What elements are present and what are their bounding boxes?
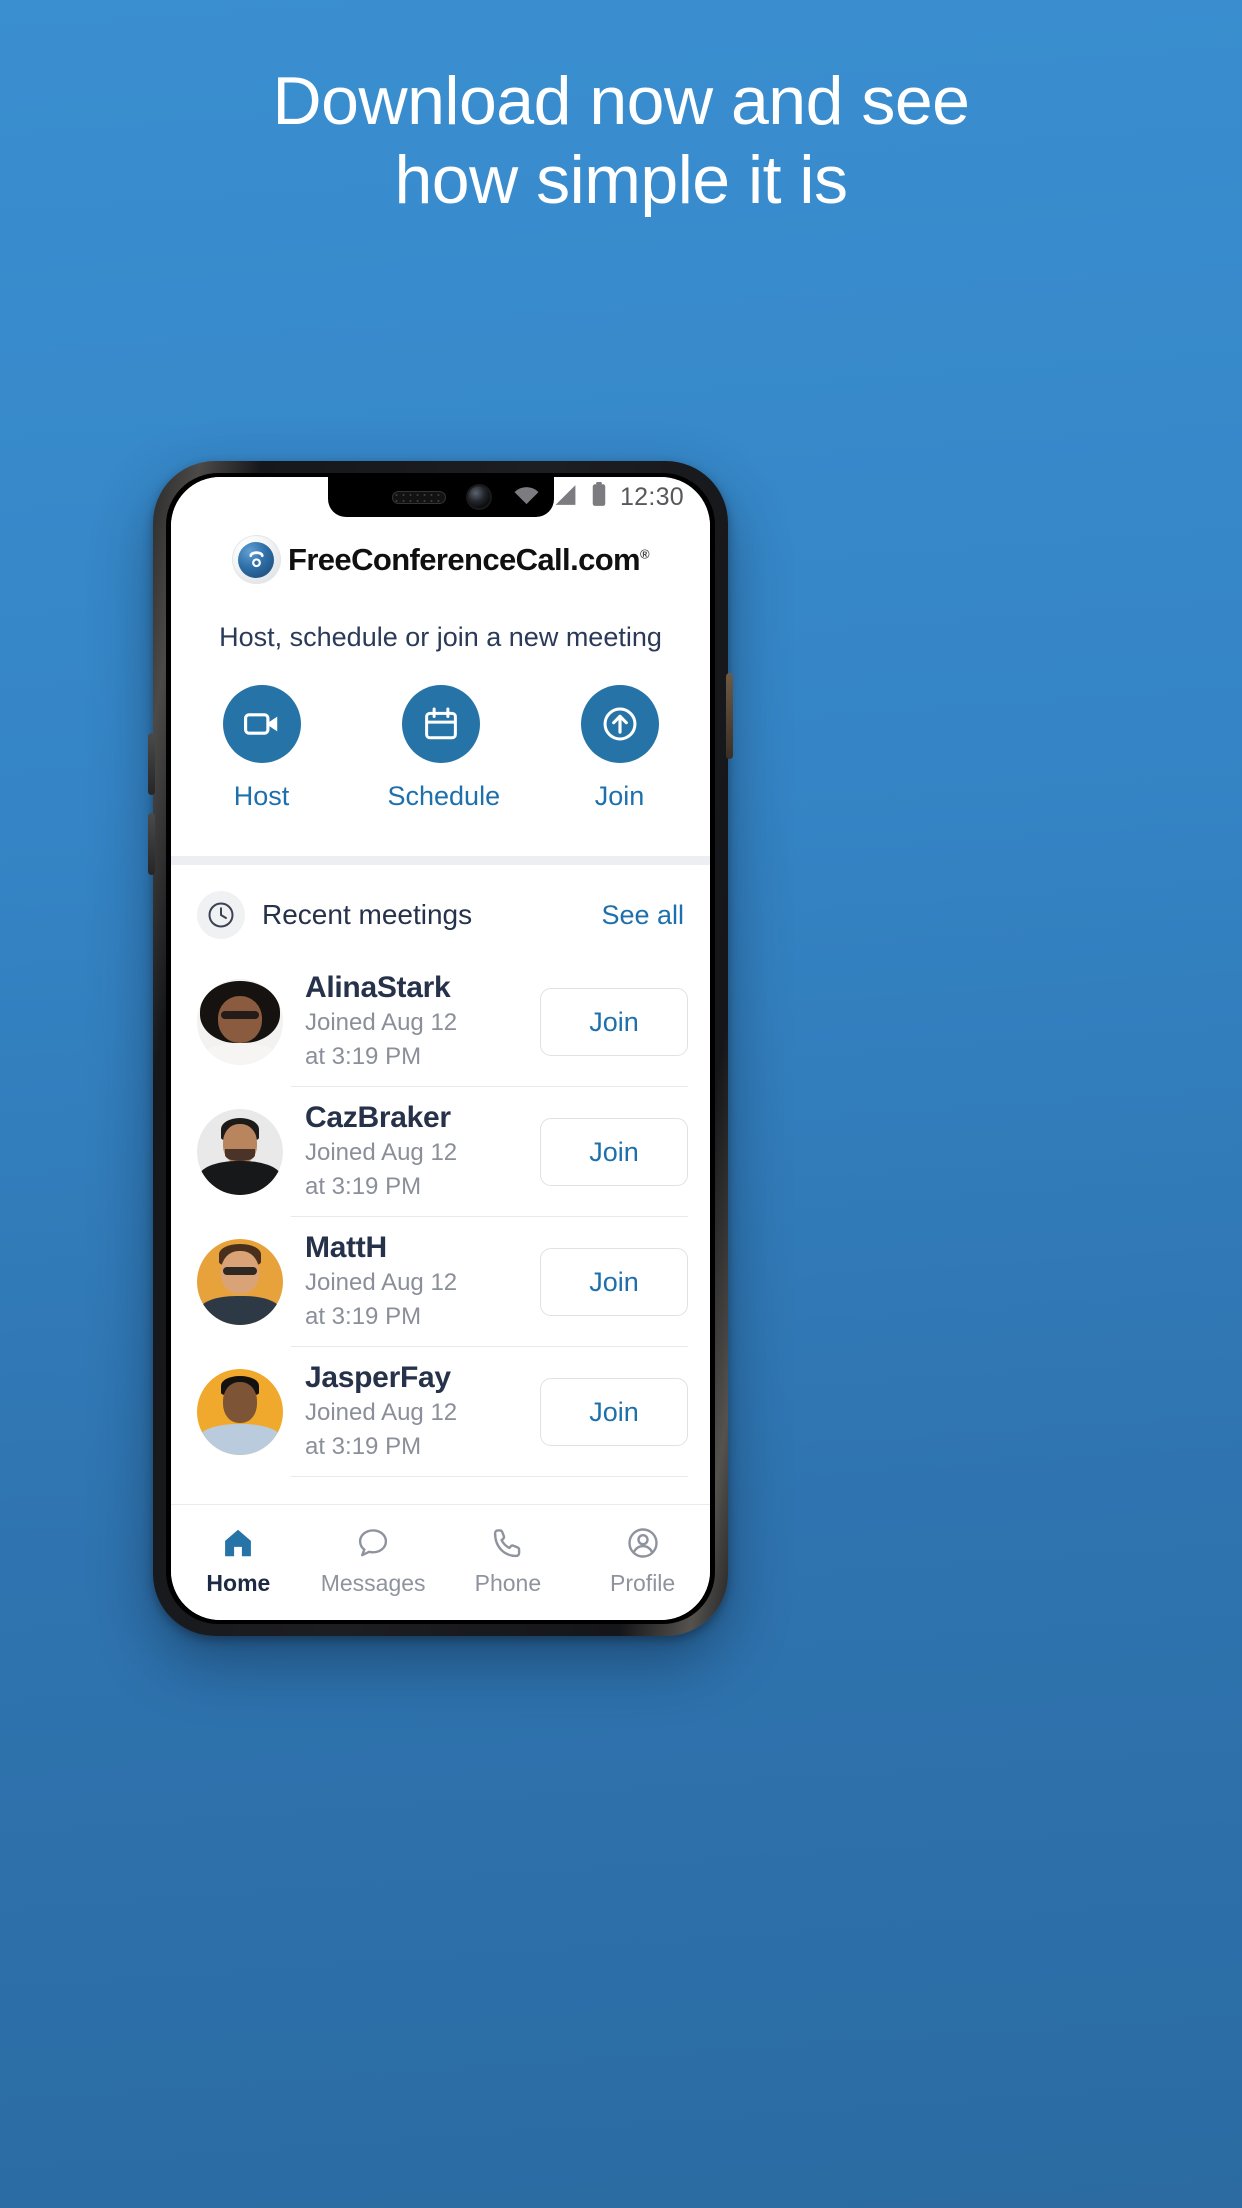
meeting-info: AlinaStark Joined Aug 12 at 3:19 PM: [283, 971, 540, 1072]
volume-down-button[interactable]: [148, 813, 155, 875]
bottom-navigation: Home Messages Phone Profile: [171, 1504, 710, 1620]
meeting-joined-time: at 3:19 PM: [305, 1043, 422, 1070]
join-meeting-button[interactable]: Join: [540, 988, 688, 1056]
join-meeting-button[interactable]: Join: [540, 1378, 688, 1446]
front-camera-icon: [467, 486, 490, 508]
promo-headline: Download now and see how simple it is: [0, 62, 1242, 220]
recent-meetings-header: Recent meetings See all: [171, 865, 710, 957]
arrow-up-circle-icon: [580, 685, 659, 763]
nav-item-phone[interactable]: Phone: [441, 1521, 576, 1597]
phone-mockup: 12:30 FreeConferenceCall.com® Host, sche…: [148, 461, 733, 1636]
phone-screen: 12:30 FreeConferenceCall.com® Host, sche…: [171, 477, 710, 1620]
nav-label-home: Home: [206, 1570, 271, 1596]
user-circle-icon: [575, 1521, 710, 1565]
join-meeting-button[interactable]: Join: [540, 1118, 688, 1186]
home-icon: [171, 1521, 306, 1565]
nav-item-messages[interactable]: Messages: [306, 1521, 441, 1597]
logo-wordmark: FreeConferenceCall.com®: [287, 541, 650, 578]
battery-icon: [591, 482, 607, 512]
schedule-action-label: Schedule: [387, 781, 501, 811]
recent-meetings-title: Recent meetings: [262, 899, 473, 930]
meeting-row[interactable]: AlinaStark Joined Aug 12 at 3:19 PM Join: [171, 957, 710, 1087]
meeting-row[interactable]: MattH Joined Aug 12 at 3:19 PM Join: [171, 1217, 710, 1347]
headline-line-2: how simple it is: [394, 141, 848, 218]
status-bar: 12:30: [513, 477, 710, 517]
host-action-button[interactable]: Host: [209, 685, 315, 812]
clock-icon: [197, 891, 245, 939]
logo-badge: [231, 535, 281, 584]
status-bar-time: 12:30: [619, 482, 684, 511]
power-button[interactable]: [726, 673, 733, 759]
recent-meetings-section: Recent meetings See all AlinaStark Joine…: [171, 865, 710, 1477]
meeting-joined-time: at 3:19 PM: [305, 1303, 422, 1330]
avatar: [197, 1109, 283, 1195]
nav-item-home[interactable]: Home: [171, 1521, 306, 1597]
see-all-link[interactable]: See all: [601, 900, 684, 931]
nav-label-phone: Phone: [474, 1570, 542, 1596]
cellular-signal-icon: [553, 484, 578, 511]
meeting-joined-date: Joined Aug 12: [305, 1399, 458, 1427]
meeting-joined-time: at 3:19 PM: [305, 1173, 422, 1200]
meeting-participant-name: AlinaStark: [305, 971, 451, 1005]
quick-actions: Host Schedule Join: [171, 685, 710, 856]
meeting-participant-name: JasperFay: [305, 1361, 451, 1395]
meeting-info: JasperFay Joined Aug 12 at 3:19 PM: [283, 1361, 540, 1462]
join-meeting-button[interactable]: Join: [540, 1248, 688, 1316]
headline-line-1: Download now and see: [272, 63, 970, 139]
section-divider: [171, 856, 710, 865]
nav-label-messages: Messages: [320, 1570, 426, 1596]
avatar: [197, 1369, 283, 1455]
meeting-participant-name: MattH: [305, 1231, 387, 1265]
host-action-label: Host: [233, 781, 290, 811]
meeting-row[interactable]: CazBraker Joined Aug 12 at 3:19 PM Join: [171, 1087, 710, 1217]
join-action-button[interactable]: Join: [567, 685, 673, 812]
phone-handset-icon: [441, 1521, 576, 1565]
meeting-joined-date: Joined Aug 12: [305, 1009, 458, 1037]
schedule-action-button[interactable]: Schedule: [387, 685, 501, 812]
volume-up-button[interactable]: [148, 733, 155, 795]
header-card: FreeConferenceCall.com® Host, schedule o…: [171, 477, 710, 856]
earpiece-speaker-icon: [391, 490, 446, 504]
row-separator: [291, 1476, 688, 1477]
join-action-label: Join: [594, 781, 645, 811]
wifi-icon: [513, 485, 540, 510]
app-logo: FreeConferenceCall.com®: [171, 535, 710, 584]
meeting-info: CazBraker Joined Aug 12 at 3:19 PM: [283, 1101, 540, 1202]
calendar-icon: [401, 685, 480, 763]
avatar: [197, 979, 283, 1065]
meeting-info: MattH Joined Aug 12 at 3:19 PM: [283, 1231, 540, 1332]
video-camera-icon: [222, 685, 301, 763]
chat-bubble-icon: [306, 1521, 441, 1565]
meeting-joined-date: Joined Aug 12: [305, 1269, 458, 1297]
logo-trademark: ®: [640, 546, 650, 562]
meeting-joined-date: Joined Aug 12: [305, 1139, 458, 1167]
phone-bezel: 12:30 FreeConferenceCall.com® Host, sche…: [166, 473, 715, 1624]
logo-wordmark-text: FreeConferenceCall.com: [287, 541, 641, 577]
nav-label-profile: Profile: [610, 1570, 676, 1596]
meeting-row[interactable]: JasperFay Joined Aug 12 at 3:19 PM Join: [171, 1347, 710, 1477]
meeting-participant-name: CazBraker: [305, 1101, 451, 1135]
nav-item-profile[interactable]: Profile: [575, 1521, 710, 1597]
tagline: Host, schedule or join a new meeting: [219, 622, 662, 652]
avatar: [197, 1239, 283, 1325]
meeting-joined-time: at 3:19 PM: [305, 1433, 422, 1460]
telephone-icon: [238, 541, 275, 578]
